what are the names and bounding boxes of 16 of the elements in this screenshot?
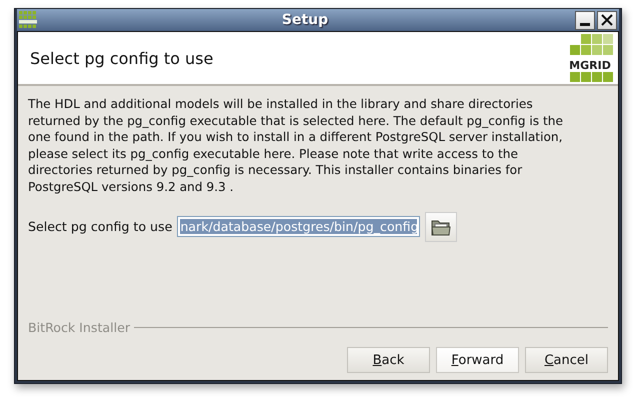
browse-button[interactable] [425, 212, 458, 242]
dialog-button[interactable]: Cancel [525, 347, 608, 373]
window-title: Setup [280, 12, 330, 28]
dialog-button[interactable]: Forward [436, 347, 519, 373]
minimize-button[interactable] [575, 10, 595, 30]
mgrid-logo: MGRID [566, 34, 614, 82]
installer-brand: BitRock Installer [28, 320, 130, 335]
close-icon [600, 13, 614, 27]
close-button[interactable] [597, 10, 617, 30]
minimize-icon [580, 23, 590, 26]
dialog-button[interactable]: Back [347, 347, 430, 373]
folder-icon [431, 218, 452, 236]
field-label: Select pg config to use [28, 219, 172, 234]
grid-logo-icon [19, 11, 37, 29]
description-text: The HDL and additional models will be installed in the library and share directories returned by the pg_config executable that is selected here. The default pg_config is the one found in the path. If you wish to install in a different PostgreSQL server installation, please select its pg_config executable here. Please note that write access to the directories returned by pg_config is necessary. This installer contains binaries for PostgreSQL versions 9.2 and 9.3 . [28, 96, 564, 196]
page-title: Select pg config to use [30, 48, 214, 68]
